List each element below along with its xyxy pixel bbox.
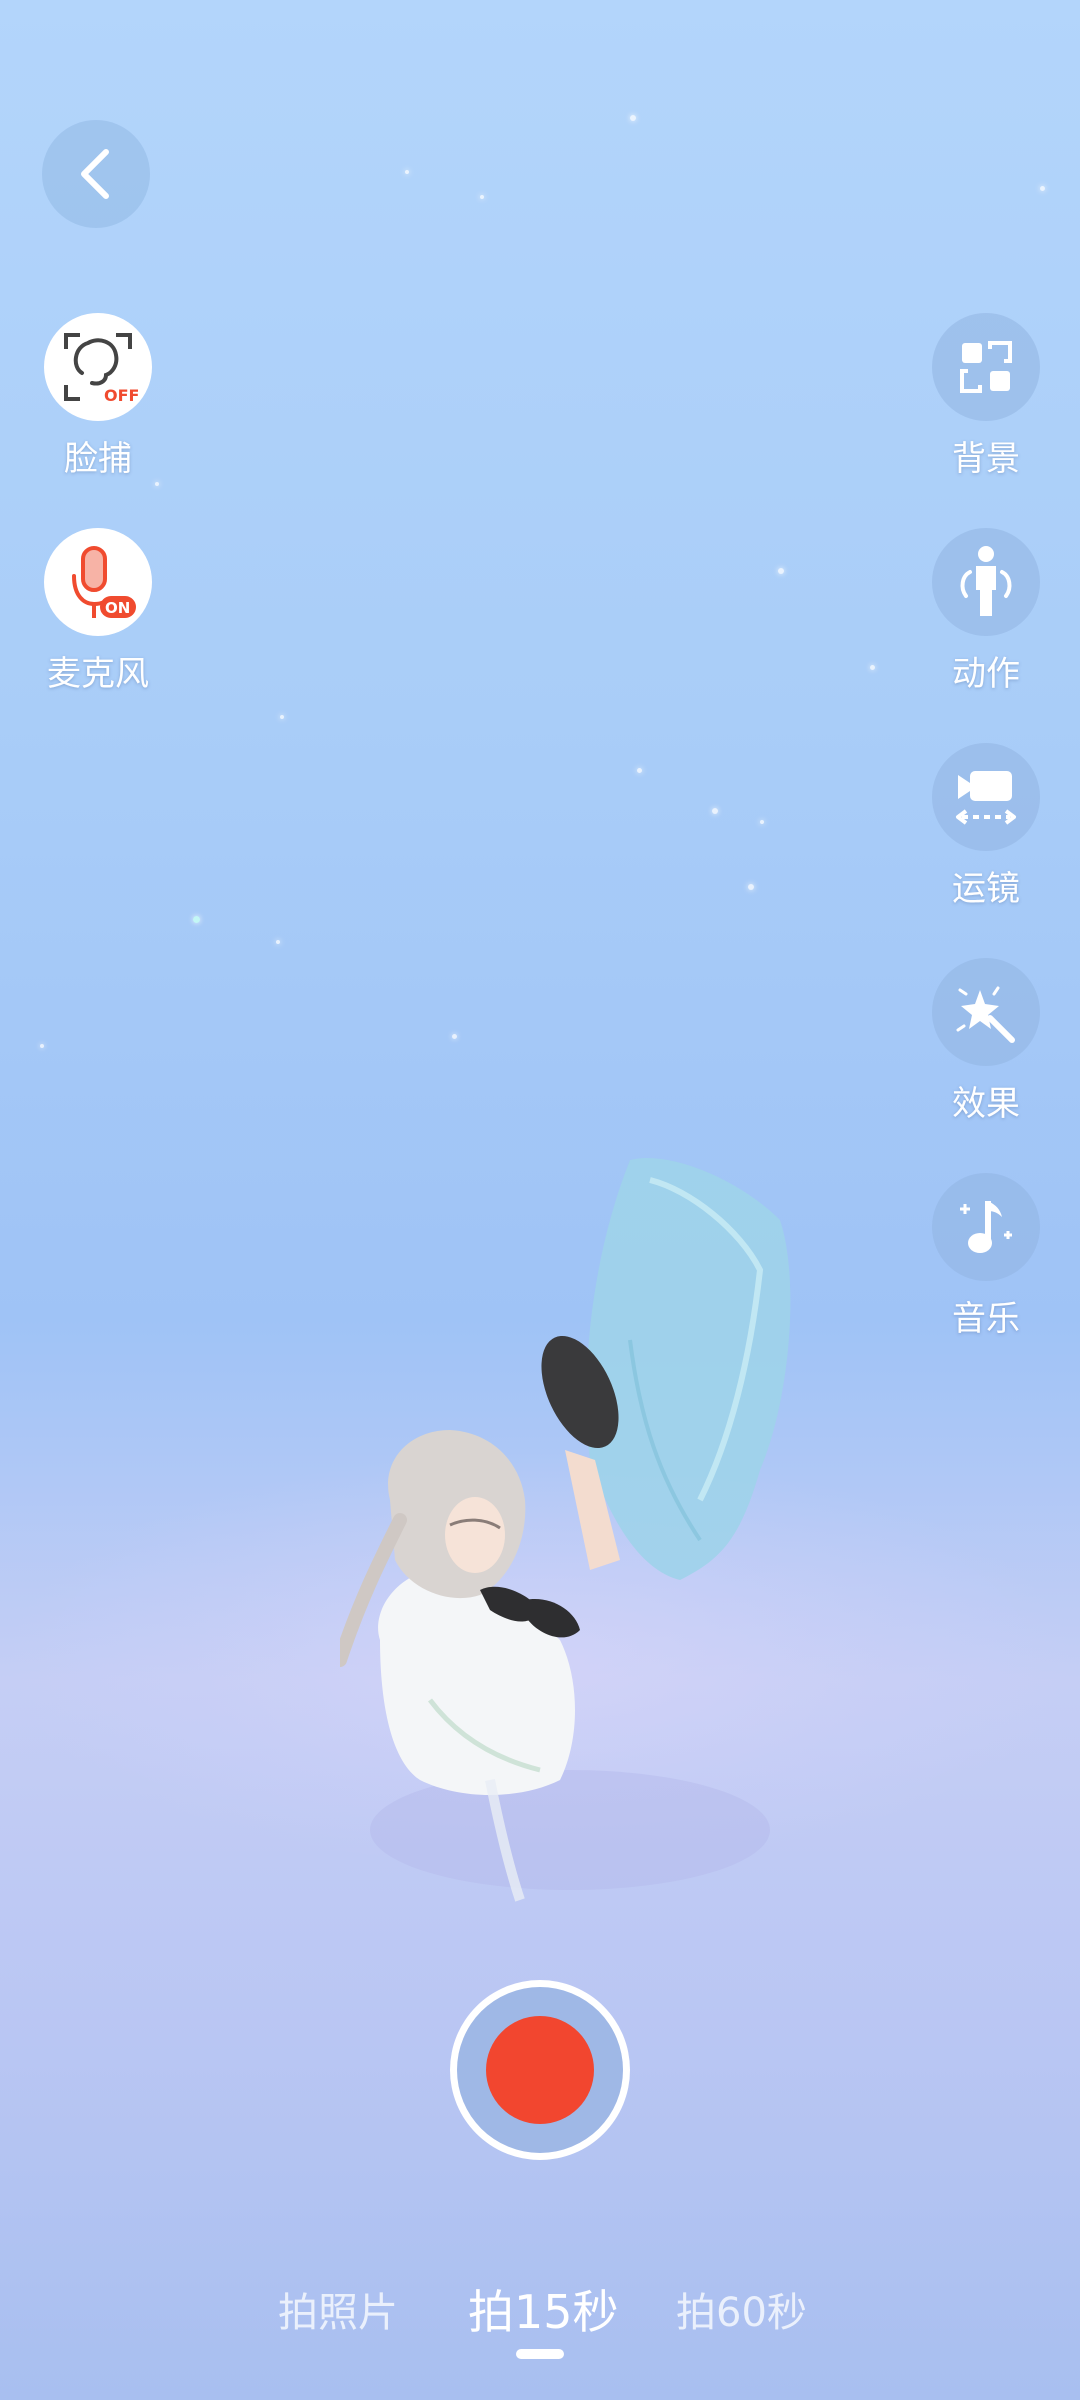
face-capture-label: 脸捕 (64, 439, 132, 479)
sparkle (40, 1044, 44, 1048)
effects-button[interactable] (932, 958, 1040, 1066)
microphone-status: ON (105, 599, 130, 617)
sparkle (155, 482, 159, 486)
microphone-label: 麦克风 (47, 654, 149, 694)
sparkle (193, 916, 200, 923)
sparkle (748, 884, 754, 890)
capture-mode-selector: 拍照片 拍15秒 拍60秒 (0, 2280, 1080, 2350)
avatar-character (340, 1158, 791, 1902)
microphone-button[interactable]: ON (44, 528, 152, 636)
sparkle (1040, 186, 1045, 191)
sparkle (405, 170, 409, 174)
face-capture-icon: OFF (64, 333, 138, 405)
camera-movement-label: 运镜 (952, 869, 1020, 909)
sparkle (778, 568, 784, 574)
chevron-left-icon (81, 149, 109, 199)
music-icon (960, 1201, 1012, 1253)
mode-photo[interactable]: 拍照片 (278, 2280, 398, 2338)
microphone-tool[interactable]: ON 麦克风 (28, 528, 168, 695)
music-label: 音乐 (952, 1299, 1020, 1339)
effects-icon (956, 986, 1015, 1043)
record-ring (457, 1987, 623, 2153)
camera-movement-icon (956, 771, 1016, 825)
face-capture-status: OFF (104, 386, 138, 405)
record-dot (486, 2016, 594, 2124)
sparkle (276, 940, 280, 944)
music-button[interactable] (932, 1173, 1040, 1281)
background-icon (960, 341, 1012, 393)
sparkle (452, 1034, 457, 1039)
sparkle (280, 715, 284, 719)
background-label: 背景 (952, 439, 1020, 479)
face-capture-button[interactable]: OFF (44, 313, 152, 421)
sparkle (630, 115, 636, 121)
pose-label: 动作 (952, 654, 1020, 694)
mode-15s[interactable]: 拍15秒 (468, 2276, 619, 2342)
pose-icon (960, 546, 1012, 616)
face-capture-tool[interactable]: OFF 脸捕 (28, 313, 168, 480)
sparkle (712, 808, 718, 814)
pose-button[interactable] (932, 528, 1040, 636)
microphone-icon: ON (72, 546, 136, 618)
camera-movement-tool[interactable]: 运镜 (916, 743, 1056, 910)
active-mode-indicator (516, 2349, 564, 2359)
sparkle (637, 768, 642, 773)
effects-tool[interactable]: 效果 (916, 958, 1056, 1125)
camera-movement-button[interactable] (932, 743, 1040, 851)
music-tool[interactable]: 音乐 (916, 1173, 1056, 1340)
pose-tool[interactable]: 动作 (916, 528, 1056, 695)
sparkle (760, 820, 764, 824)
mode-60s[interactable]: 拍60秒 (676, 2280, 807, 2338)
sparkle (480, 195, 484, 199)
back-button[interactable] (42, 120, 150, 228)
background-tool[interactable]: 背景 (916, 313, 1056, 480)
record-button[interactable] (450, 1980, 630, 2160)
sparkle (870, 665, 875, 670)
background-button[interactable] (932, 313, 1040, 421)
effects-label: 效果 (952, 1084, 1020, 1124)
